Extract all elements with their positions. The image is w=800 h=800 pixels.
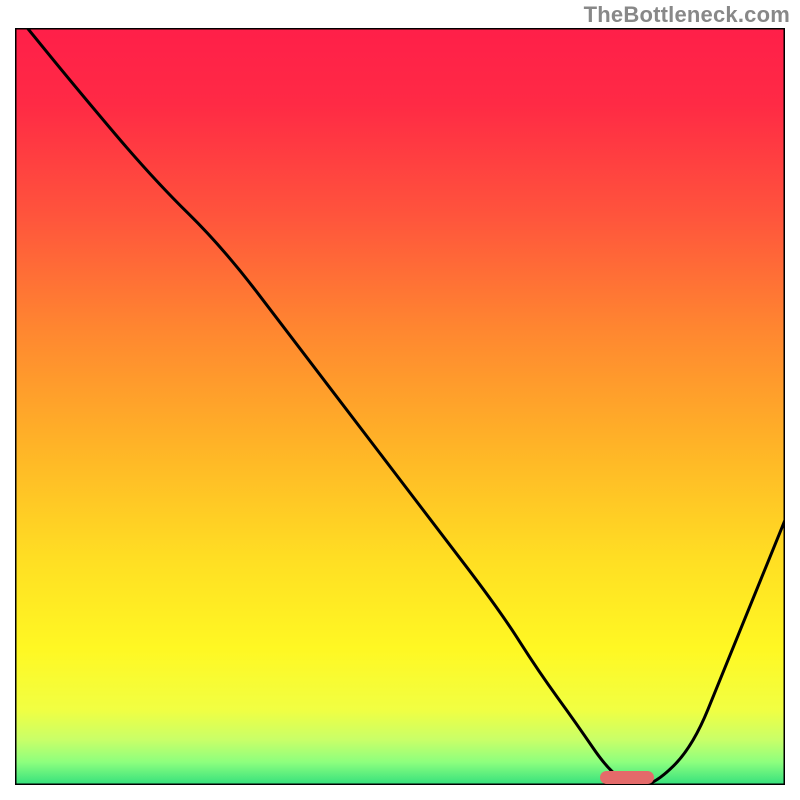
plot-area: [15, 28, 785, 785]
optimum-marker: [600, 771, 654, 784]
chart-svg: [15, 28, 785, 785]
chart-stage: TheBottleneck.com: [0, 0, 800, 800]
watermark-text: TheBottleneck.com: [584, 2, 790, 28]
gradient-background: [15, 28, 785, 785]
